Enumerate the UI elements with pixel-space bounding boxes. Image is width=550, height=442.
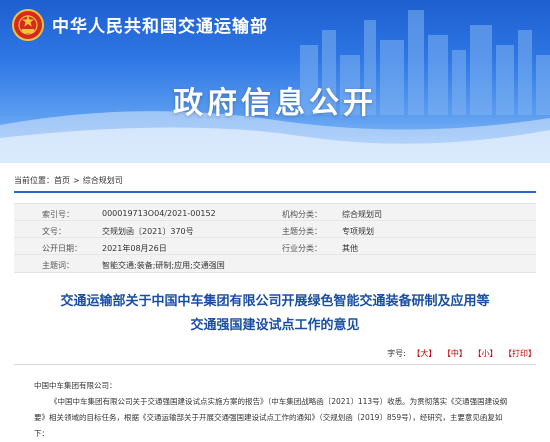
body-paragraph: 要》相关领域的目标任务，根据《交通运输部关于开展交通强国建设试点工作的通知》（交…: [34, 413, 503, 422]
breadcrumb-divider: [14, 191, 536, 193]
ministry-name[interactable]: 中华人民共和国交通运输部: [52, 12, 268, 37]
body-paragraph: 下：: [34, 429, 49, 438]
industry-label: 行业分类：: [282, 244, 322, 253]
breadcrumb-prefix: 当前位置：: [14, 176, 54, 185]
banner-title: 政府信息公开: [173, 86, 377, 121]
salutation: 中国中车集团有限公司：: [34, 381, 117, 390]
docno-label: 文号：: [42, 227, 66, 236]
index-label: 索引号：: [42, 210, 74, 219]
breadcrumb: 当前位置：首页 > 综合规划司: [14, 175, 123, 186]
docno-value: 交规划函〔2021〕370号: [102, 227, 194, 236]
document-title: 交通运输部关于中国中车集团有限公司开展绿色智能交通装备研制及应用等 交通强国建设…: [0, 290, 550, 338]
font-size-label: 字号:: [387, 349, 406, 358]
document-metadata-table: 索引号： 000019713O04/2021-00152 机构分类： 综合规划司…: [14, 203, 536, 273]
keyword-value: 智能交通;装备;研制;应用;交通强国: [102, 261, 225, 270]
document-title-line-2: 交通强国建设试点工作的意见: [190, 318, 360, 333]
font-medium-button[interactable]: 【中】: [443, 349, 467, 358]
header-banner: 中华人民共和国交通运输部 政府信息公开: [0, 0, 550, 163]
font-small-button[interactable]: 【小】: [473, 349, 497, 358]
content-divider: [14, 364, 536, 365]
document-title-line-1: 交通运输部关于中国中车集团有限公司开展绿色智能交通装备研制及应用等: [60, 294, 490, 309]
metadata-row: [14, 204, 536, 221]
metadata-row: [14, 221, 536, 238]
date-value: 2021年08月26日: [102, 244, 167, 253]
theme-label: 主题分类：: [282, 227, 322, 236]
print-button[interactable]: 【打印】: [504, 349, 536, 358]
font-size-toolbar: 字号: 【大】 【中】 【小】 【打印】: [387, 348, 536, 359]
metadata-row: [14, 238, 536, 255]
body-paragraph: 《中国中车集团有限公司关于交通强国建设试点实施方案的报告》（中车集团战略函〔20…: [50, 397, 508, 406]
industry-value: 其他: [342, 244, 358, 253]
keyword-label: 主题词：: [42, 261, 74, 270]
theme-value: 专项规划: [342, 227, 374, 236]
breadcrumb-department-link[interactable]: 综合规划司: [83, 176, 123, 185]
org-label: 机构分类：: [282, 210, 322, 219]
date-label: 公开日期：: [42, 244, 82, 253]
breadcrumb-home-link[interactable]: 首页: [54, 176, 70, 185]
breadcrumb-separator: >: [73, 176, 80, 185]
index-value: 000019713O04/2021-00152: [102, 209, 216, 218]
document-body: 中国中车集团有限公司： 《中国中车集团有限公司关于交通强国建设试点实施方案的报告…: [34, 378, 536, 442]
font-large-button[interactable]: 【大】: [412, 349, 436, 358]
national-emblem-icon: [12, 9, 44, 41]
org-value: 综合规划司: [342, 210, 382, 219]
